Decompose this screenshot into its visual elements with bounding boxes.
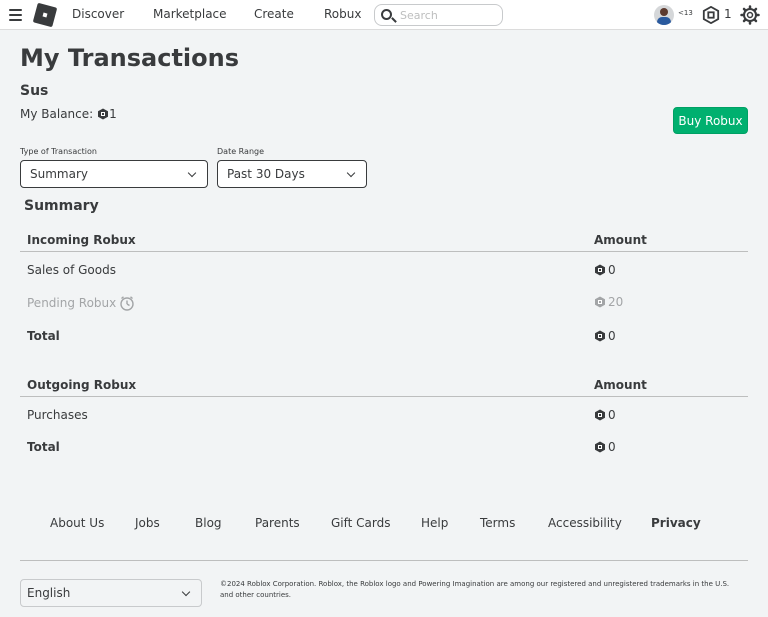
nav-link-robux[interactable]: Robux [324, 7, 361, 21]
gear-icon[interactable] [740, 5, 760, 25]
footer-link-accessibility[interactable]: Accessibility [548, 516, 622, 530]
outgoing-header-label: Outgoing Robux [27, 378, 137, 392]
balance-label: My Balance: [20, 107, 94, 121]
amount-header: Amount [594, 233, 647, 247]
robux-icon [98, 108, 109, 120]
table-row: Purchases 0 [20, 404, 748, 428]
table-row: Total 0 [20, 325, 748, 349]
row-amount: 20 [594, 295, 623, 309]
username: Sus [20, 83, 49, 99]
nav-link-marketplace[interactable]: Marketplace [153, 7, 227, 21]
table-row: Pending Robux 20 [20, 291, 748, 315]
language-select[interactable]: English [20, 579, 202, 607]
search-input[interactable] [400, 7, 500, 23]
row-amount: 0 [594, 329, 616, 343]
chevron-down-icon [181, 587, 191, 597]
page-title: My Transactions [20, 44, 239, 72]
chevron-down-icon [346, 168, 356, 178]
row-label: Pending Robux [27, 296, 117, 310]
robux-icon[interactable] [702, 6, 720, 24]
hamburger-icon[interactable] [9, 9, 22, 21]
robux-icon [595, 296, 605, 308]
footer-link-help[interactable]: Help [421, 516, 448, 530]
row-label: Purchases [27, 408, 88, 422]
robux-icon [595, 330, 605, 342]
footer-link-blog[interactable]: Blog [195, 516, 222, 530]
robux-icon [595, 264, 605, 276]
search-icon [381, 9, 392, 20]
copyright-text: ©2024 Roblox Corporation. Roblox, the Ro… [220, 580, 730, 599]
row-label-pending: Pending Robux [27, 295, 135, 311]
amount-header: Amount [594, 378, 647, 392]
chevron-down-icon [187, 168, 197, 178]
footer-link-terms[interactable]: Terms [480, 516, 515, 530]
avatar[interactable] [654, 5, 674, 25]
row-label: Total [27, 440, 60, 454]
row-amount: 0 [594, 440, 616, 454]
row-label: Total [27, 329, 60, 343]
outgoing-table-header: Outgoing Robux Amount [20, 373, 748, 397]
summary-heading: Summary [24, 198, 99, 214]
language-value: English [27, 586, 71, 600]
table-row: Total 0 [20, 436, 748, 460]
footer-link-about-us[interactable]: About Us [50, 516, 104, 530]
row-amount: 0 [594, 408, 616, 422]
robux-balance-count[interactable]: 1 [724, 7, 732, 21]
transaction-type-select[interactable]: Summary [20, 160, 208, 188]
table-row: Sales of Goods 0 [20, 259, 748, 283]
date-range-value: Past 30 Days [227, 167, 305, 181]
nav-link-create[interactable]: Create [254, 7, 294, 21]
footer-divider [20, 560, 748, 561]
date-range-label: Date Range [217, 147, 265, 156]
amount-value: 0 [608, 440, 616, 454]
amount-value: 0 [608, 329, 616, 343]
transaction-type-value: Summary [30, 167, 88, 181]
amount-value: 20 [608, 295, 624, 309]
date-range-select[interactable]: Past 30 Days [217, 160, 367, 188]
incoming-header-label: Incoming Robux [27, 233, 136, 247]
footer-link-gift-cards[interactable]: Gift Cards [331, 516, 391, 530]
clock-icon[interactable] [119, 295, 135, 311]
roblox-logo-icon[interactable] [32, 2, 58, 28]
search-box[interactable] [374, 4, 503, 26]
buy-robux-button[interactable]: Buy Robux [673, 107, 748, 134]
amount-value: 0 [608, 408, 616, 422]
footer-link-privacy[interactable]: Privacy [651, 516, 701, 530]
type-of-transaction-label: Type of Transaction [20, 147, 97, 156]
age-badge: <13 [678, 9, 693, 17]
balance-line: My Balance: 1 [20, 107, 117, 121]
footer-link-jobs[interactable]: Jobs [135, 516, 160, 530]
top-navigation-bar: Discover Marketplace Create Robux <13 1 [0, 0, 768, 30]
amount-value: 0 [608, 263, 616, 277]
row-label: Sales of Goods [27, 263, 116, 277]
robux-icon [595, 409, 605, 421]
nav-link-discover[interactable]: Discover [72, 7, 124, 21]
incoming-table-header: Incoming Robux Amount [20, 228, 748, 252]
footer-link-parents[interactable]: Parents [255, 516, 300, 530]
row-amount: 0 [594, 263, 616, 277]
robux-icon [595, 441, 605, 453]
balance-value: 1 [109, 107, 117, 121]
